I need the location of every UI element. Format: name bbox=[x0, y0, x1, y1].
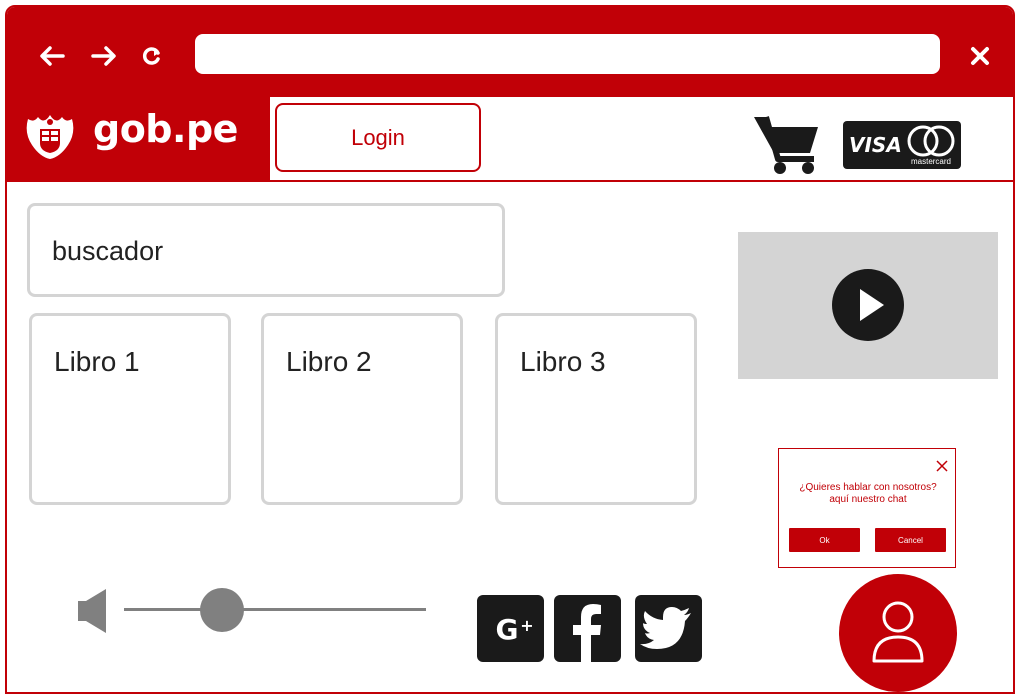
browser-window: gob.pe Login VISA mastercard buscador Li… bbox=[5, 5, 1015, 694]
book-card-1[interactable]: Libro 1 bbox=[29, 313, 231, 505]
peru-emblem-icon bbox=[26, 115, 74, 159]
video-player[interactable] bbox=[738, 232, 998, 379]
visa-logo: VISA bbox=[849, 133, 902, 157]
chat-message: ¿Quieres hablar con nosotros? aquí nuest… bbox=[799, 482, 937, 505]
arrow-left-icon bbox=[40, 46, 65, 66]
logo-text: gob.pe bbox=[93, 107, 238, 151]
book-title: Libro 2 bbox=[286, 346, 372, 377]
arrow-right-icon bbox=[91, 46, 116, 66]
reload-button[interactable] bbox=[137, 41, 167, 71]
chat-ok-button[interactable]: Ok bbox=[789, 528, 860, 552]
user-icon bbox=[872, 601, 924, 663]
book-title: Libro 3 bbox=[520, 346, 606, 377]
book-card-3[interactable]: Libro 3 bbox=[495, 313, 697, 505]
google-plus-button[interactable]: G + bbox=[477, 595, 544, 662]
close-icon bbox=[971, 47, 989, 65]
login-button[interactable]: Login bbox=[275, 103, 481, 172]
play-icon[interactable] bbox=[832, 269, 904, 341]
user-avatar-button[interactable] bbox=[839, 574, 957, 692]
back-button[interactable] bbox=[37, 41, 67, 71]
browser-toolbar bbox=[7, 7, 1013, 97]
logo[interactable]: gob.pe bbox=[7, 97, 270, 182]
close-button[interactable] bbox=[965, 41, 995, 71]
mastercard-icon: mastercard bbox=[907, 125, 955, 166]
book-card-2[interactable]: Libro 2 bbox=[261, 313, 463, 505]
book-title: Libro 1 bbox=[54, 346, 140, 377]
volume-slider-track[interactable] bbox=[124, 608, 426, 611]
forward-button[interactable] bbox=[89, 41, 119, 71]
facebook-button[interactable] bbox=[554, 595, 621, 662]
volume-slider-handle[interactable] bbox=[200, 588, 244, 632]
twitter-button[interactable] bbox=[635, 595, 702, 662]
svg-text:G: G bbox=[496, 613, 519, 646]
google-plus-icon: G + bbox=[496, 613, 534, 646]
speaker-icon[interactable] bbox=[76, 587, 110, 635]
chat-popup: ¿Quieres hablar con nosotros? aquí nuest… bbox=[778, 448, 956, 568]
twitter-icon bbox=[640, 607, 691, 649]
payment-badge: VISA mastercard bbox=[843, 121, 961, 169]
chat-cancel-button[interactable]: Cancel bbox=[875, 528, 946, 552]
search-input[interactable]: buscador bbox=[27, 203, 505, 297]
facebook-icon bbox=[573, 604, 601, 662]
cart-icon[interactable] bbox=[752, 113, 822, 175]
chat-close-icon[interactable] bbox=[935, 459, 949, 473]
header-divider bbox=[270, 180, 1013, 182]
svg-text:+: + bbox=[520, 616, 533, 635]
reload-icon bbox=[142, 47, 160, 65]
url-input[interactable] bbox=[195, 34, 940, 74]
mastercard-label: mastercard bbox=[911, 157, 951, 166]
